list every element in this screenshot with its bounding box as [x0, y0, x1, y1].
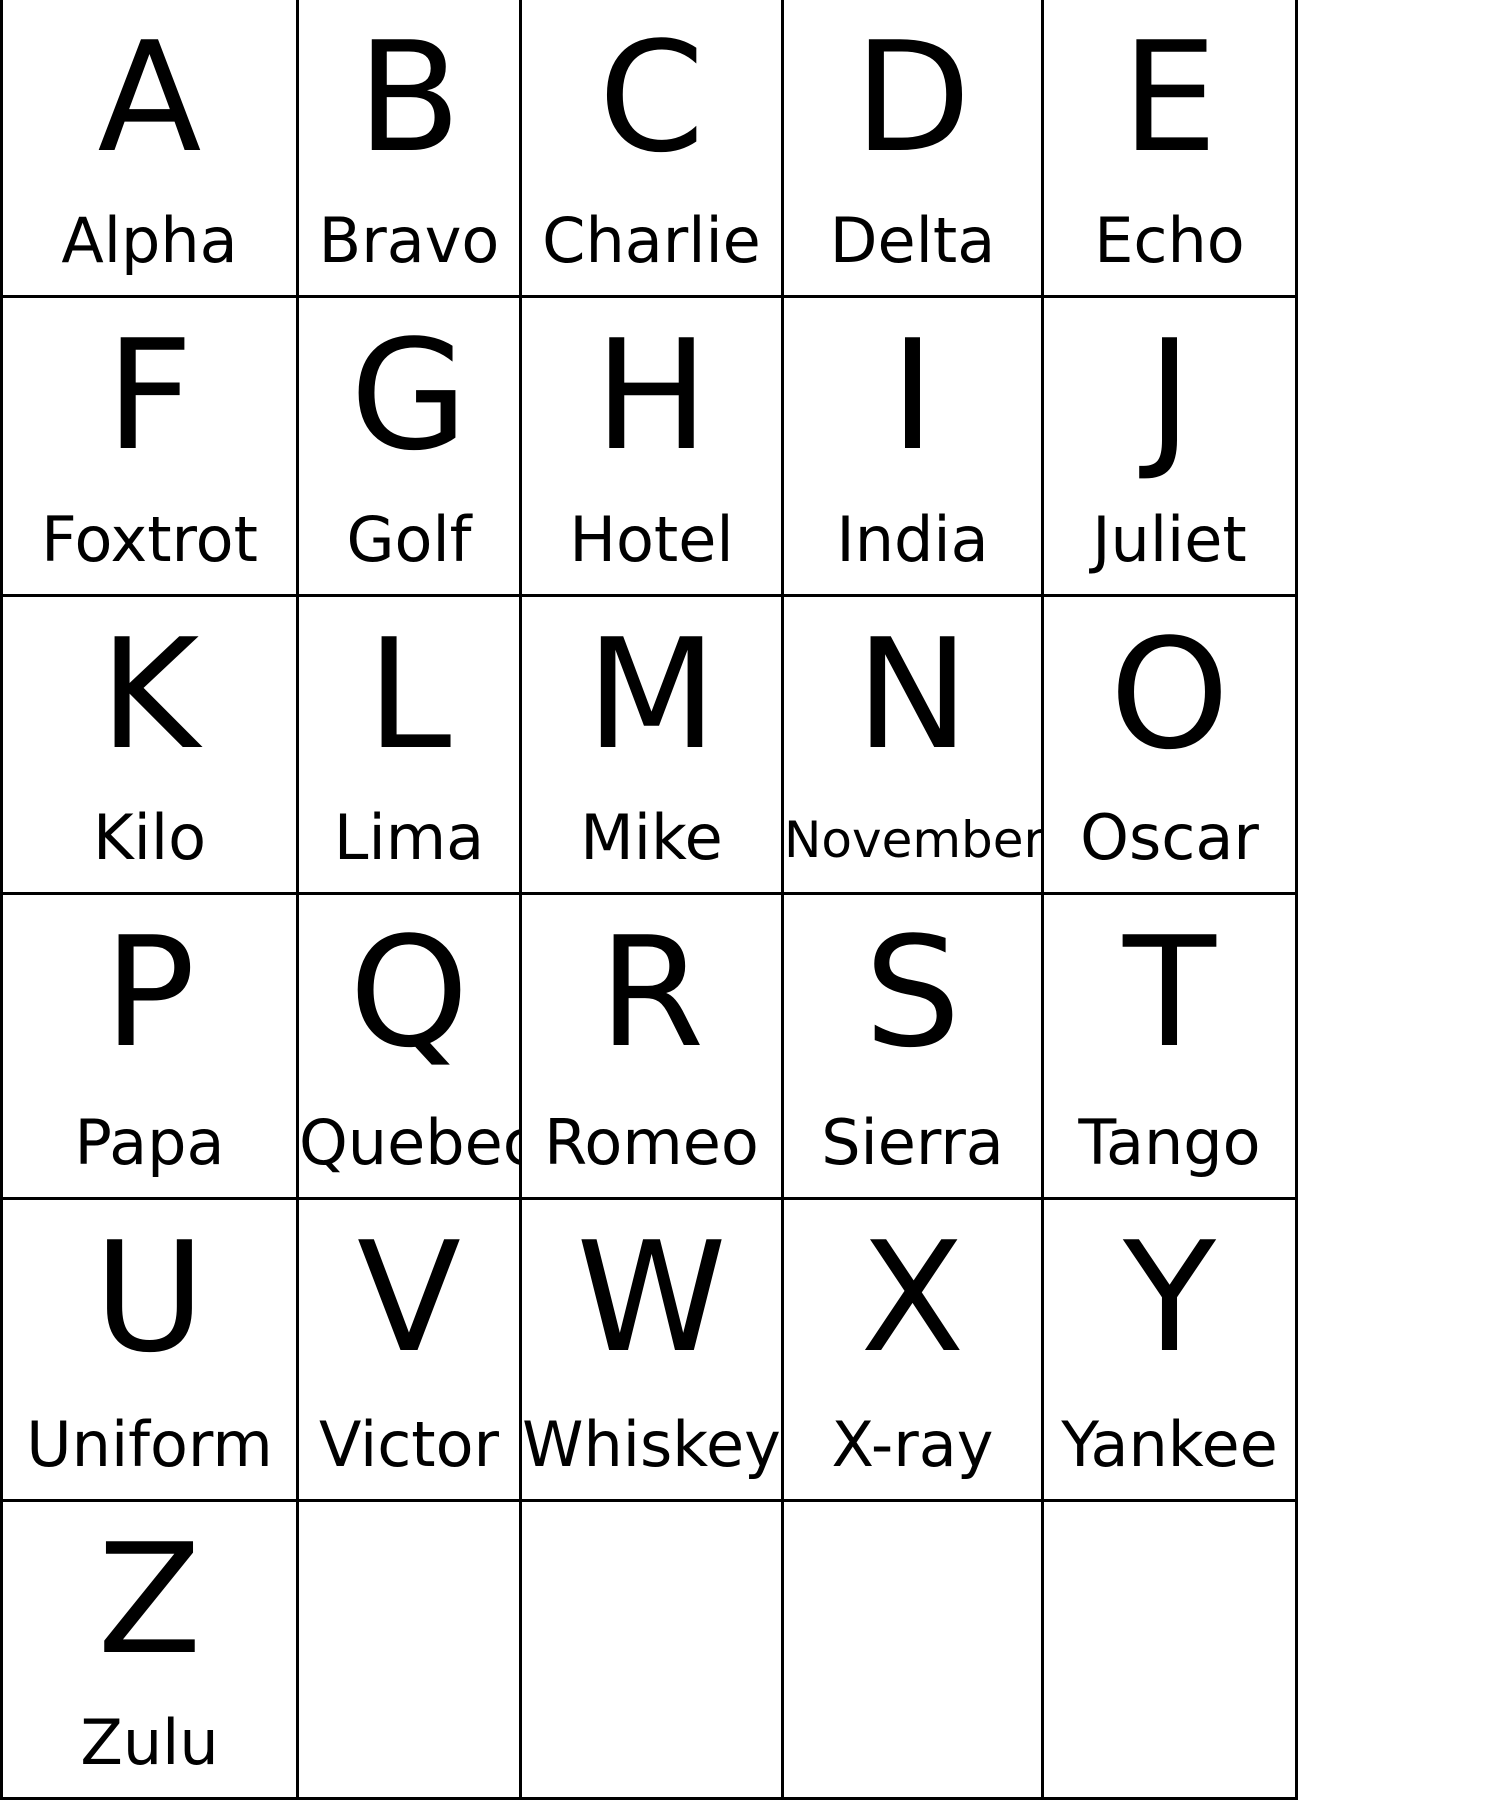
cell-word-label: Yankee — [1061, 1407, 1278, 1481]
cell-word-label: X-ray — [831, 1407, 994, 1481]
right-margin-spacer — [1298, 895, 1500, 1200]
alphabet-cell-empty — [1044, 1502, 1298, 1800]
alphabet-cell-u: U Uniform — [0, 1200, 299, 1502]
alphabet-cell-g: G Golf — [299, 298, 522, 597]
cell-letter: D — [853, 9, 972, 186]
alphabet-cell-c: C Charlie — [522, 0, 784, 298]
cell-letter: R — [598, 904, 705, 1081]
cell-word-label: Tango — [1078, 1105, 1261, 1179]
cell-word-label: Victor — [318, 1407, 500, 1481]
alphabet-cell-e: E Echo — [1044, 0, 1298, 298]
alphabet-cell-i: I India — [784, 298, 1044, 597]
cell-word-label: Oscar — [1080, 800, 1259, 874]
cell-letter: W — [576, 1209, 727, 1386]
alphabet-cell-m: M Mike — [522, 597, 784, 895]
alphabet-cell-j: J Juliet — [1044, 298, 1298, 597]
cell-letter: O — [1109, 606, 1230, 783]
cell-word-label: Romeo — [544, 1105, 759, 1179]
cell-letter: T — [1123, 904, 1216, 1081]
cell-letter: U — [93, 1209, 206, 1386]
cell-word-label: Golf — [346, 502, 472, 576]
right-margin-spacer — [1298, 298, 1500, 597]
cell-letter: K — [99, 606, 200, 783]
alphabet-cell-w: W Whiskey — [522, 1200, 784, 1502]
cell-letter: X — [860, 1209, 965, 1386]
cell-letter: S — [864, 904, 961, 1081]
cell-word-label: Bravo — [318, 203, 500, 277]
alphabet-cell-b: B Bravo — [299, 0, 522, 298]
cell-word-label: Mike — [580, 800, 723, 874]
alphabet-cell-l: L Lima — [299, 597, 522, 895]
cell-letter: J — [1147, 307, 1192, 484]
cell-word-label: Kilo — [92, 800, 207, 874]
alphabet-cell-p: P Papa — [0, 895, 299, 1200]
cell-letter: M — [585, 606, 718, 783]
cell-word-label: Juliet — [1092, 502, 1247, 576]
cell-word-label: Foxtrot — [41, 502, 258, 576]
alphabet-cell-v: V Victor — [299, 1200, 522, 1502]
alphabet-cell-d: D Delta — [784, 0, 1044, 298]
cell-letter: V — [357, 1209, 461, 1386]
right-margin-spacer — [1298, 597, 1500, 895]
alphabet-cell-o: O Oscar — [1044, 597, 1298, 895]
cell-word-label: Sierra — [821, 1105, 1004, 1179]
alphabet-cell-f: F Foxtrot — [0, 298, 299, 597]
cell-letter: Q — [349, 904, 469, 1081]
cell-word-label: Echo — [1094, 203, 1245, 277]
alphabet-cell-x: X X-ray — [784, 1200, 1044, 1502]
cell-letter: Y — [1123, 1209, 1216, 1386]
phonetic-alphabet-grid: A Alpha B Bravo C Charlie D Delta E Echo F Foxtrot G… — [0, 0, 1500, 1800]
right-margin-spacer — [1298, 1200, 1500, 1502]
alphabet-cell-q: Q Quebec — [299, 895, 522, 1200]
cell-word-label: November — [784, 810, 1044, 869]
cell-word-label: Alpha — [61, 203, 238, 277]
cell-letter: H — [594, 307, 709, 484]
right-margin-spacer — [1298, 0, 1500, 298]
cell-word-label: Uniform — [26, 1407, 273, 1481]
cell-letter: I — [890, 307, 935, 484]
cell-word-label: Charlie — [542, 203, 761, 277]
alphabet-cell-y: Y Yankee — [1044, 1200, 1298, 1502]
cell-word-label: Quebec — [299, 1105, 522, 1179]
alphabet-cell-empty — [784, 1502, 1044, 1800]
cell-letter: B — [356, 9, 462, 186]
cell-letter: N — [855, 606, 970, 783]
cell-letter: C — [598, 9, 705, 186]
cell-letter: E — [1121, 9, 1218, 186]
cell-word-label: Hotel — [569, 502, 734, 576]
alphabet-cell-a: A Alpha — [0, 0, 299, 298]
cell-letter: L — [366, 606, 452, 783]
alphabet-cell-h: H Hotel — [522, 298, 784, 597]
right-margin-spacer — [1298, 1502, 1500, 1800]
alphabet-cell-empty — [522, 1502, 784, 1800]
alphabet-cell-n: N November — [784, 597, 1044, 895]
alphabet-cell-k: K Kilo — [0, 597, 299, 895]
alphabet-cell-empty — [299, 1502, 522, 1800]
alphabet-cell-t: T Tango — [1044, 895, 1298, 1200]
cell-word-label: Lima — [333, 800, 485, 874]
cell-letter: Z — [97, 1511, 202, 1688]
cell-letter: G — [350, 307, 468, 484]
alphabet-cell-s: S Sierra — [784, 895, 1044, 1200]
cell-letter: A — [97, 9, 202, 186]
cell-letter: F — [105, 307, 194, 484]
cell-word-label: India — [836, 502, 989, 576]
cell-word-label: Whiskey — [522, 1407, 781, 1481]
cell-word-label: Papa — [74, 1105, 225, 1179]
cell-letter: P — [103, 904, 196, 1081]
cell-word-label: Zulu — [80, 1705, 219, 1779]
cell-word-label: Delta — [829, 203, 996, 277]
alphabet-cell-z: Z Zulu — [0, 1502, 299, 1800]
alphabet-cell-r: R Romeo — [522, 895, 784, 1200]
